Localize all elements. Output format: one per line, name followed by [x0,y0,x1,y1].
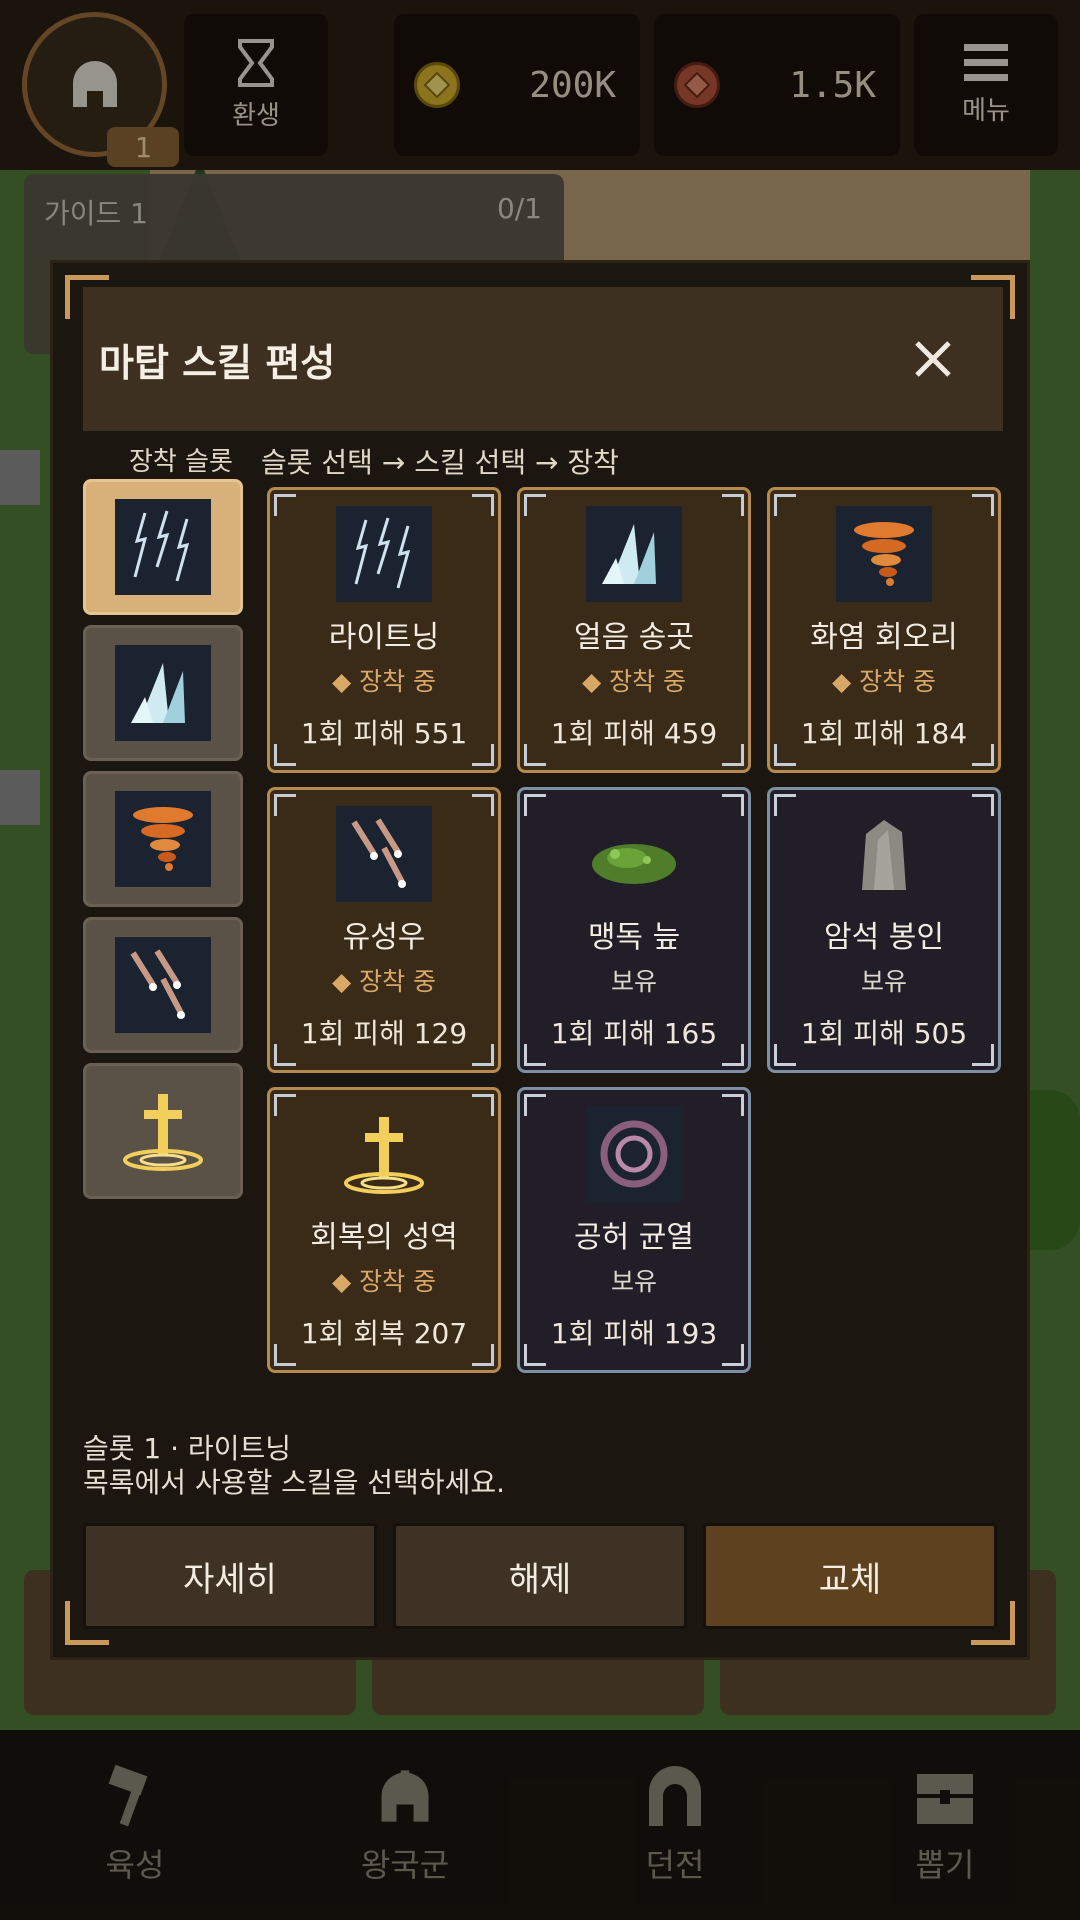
ice-spike-icon [131,663,185,723]
skill-status: 보유 [610,1267,657,1296]
close-button[interactable] [903,329,963,389]
skill-status: ◆ 장착 중 [581,667,687,696]
skill-effect: 1회 피해 184 [800,717,968,750]
skill-status: ◆ 장착 중 [831,667,937,696]
skill-card-void-rift[interactable]: 공허 균열 보유 1회 피해 193 [517,1087,751,1373]
fire-tornado-icon [854,522,914,586]
unequip-button[interactable]: 해제 [393,1523,687,1629]
slot-icon-frame [115,937,211,1033]
ice-spike-icon [602,524,656,584]
skill-name: 공허 균열 [574,1220,694,1255]
skill-effect: 1회 피해 193 [550,1317,718,1350]
equip-slot-3[interactable] [83,771,243,907]
skill-card-poison-swamp[interactable]: 맹독 늪 보유 1회 피해 165 [517,787,751,1073]
fire-tornado-icon [133,807,193,871]
skill-status: ◆ 장착 중 [331,967,437,996]
skill-effect: 1회 피해 459 [550,717,718,750]
skill-card-fire-tornado[interactable]: 화염 회오리 ◆ 장착 중 1회 피해 184 [767,487,1001,773]
dialog-title: 마탑 스킬 편성 [99,340,336,385]
skill-status: 보유 [610,967,657,996]
equip-slot-5[interactable] [83,1063,243,1199]
meteor-icon [351,818,406,888]
poison-swamp-icon [592,844,676,884]
skill-icon-frame [336,506,432,602]
slots-column-label: 장착 슬롯 [129,447,233,477]
skill-name: 회복의 성역 [310,1220,458,1255]
skill-name: 얼음 송곳 [574,620,694,655]
lightning-icon [133,510,190,582]
skill-effect: 1회 피해 551 [300,717,468,750]
holy-cross-icon [123,1094,203,1171]
equip-slot-2[interactable] [83,625,243,761]
skill-icon-frame [836,506,932,602]
skill-card-healing-sanctuary[interactable]: 회복의 성역 ◆ 장착 중 1회 회복 207 [267,1087,501,1373]
skill-icon-frame [586,1106,682,1202]
meteor-icon [130,949,185,1019]
close-icon [915,341,951,377]
skill-icon-frame [586,806,682,902]
skill-card-rock-seal[interactable]: 암석 봉인 보유 1회 피해 505 [767,787,1001,1073]
skill-effect: 1회 회복 207 [300,1317,468,1350]
skill-card-meteor[interactable]: 유성우 ◆ 장착 중 1회 피해 129 [267,787,501,1073]
skill-effect: 1회 피해 129 [300,1017,468,1050]
skill-card-ice-spike[interactable]: 얼음 송곳 ◆ 장착 중 1회 피해 459 [517,487,751,773]
void-rift-icon [600,1120,668,1188]
skill-name: 암석 봉인 [824,920,944,955]
replace-button[interactable]: 교체 [703,1523,997,1629]
details-button[interactable]: 자세히 [83,1523,377,1629]
skill-card-lightning[interactable]: 라이트닝 ◆ 장착 중 1회 피해 551 [267,487,501,773]
skill-status: ◆ 장착 중 [331,1267,437,1296]
equip-slot-1[interactable] [83,479,243,615]
lightning-icon [354,517,411,589]
slot-icon-frame [115,791,211,887]
skill-icon-frame [336,1106,432,1202]
slot-icon-frame [115,645,211,741]
skill-icon-frame [586,506,682,602]
skill-name: 유성우 [342,920,426,955]
skill-icon-frame [836,806,932,902]
slot-icon-frame [115,499,211,595]
instruction-flow: 슬롯 선택 → 스킬 선택 → 장착 [261,446,619,479]
skill-name: 라이트닝 [328,620,440,655]
skill-icon-frame [336,806,432,902]
rock-seal-icon [862,820,906,890]
skill-status: ◆ 장착 중 [331,667,437,696]
equip-slot-4[interactable] [83,917,243,1053]
skill-effect: 1회 피해 165 [550,1017,718,1050]
skill-name: 맹독 늪 [587,920,681,955]
instruction-text: 목록에서 사용할 스킬을 선택하세요. [83,1466,506,1499]
dialog-header: 마탑 스킬 편성 [83,287,1003,431]
skill-loadout-dialog: 마탑 스킬 편성 장착 슬롯 슬롯 선택 → 스킬 선택 → 장착 라이트닝 ◆… [50,260,1030,1660]
skill-effect: 1회 피해 505 [800,1017,968,1050]
skill-status: 보유 [860,967,907,996]
holy-cross-icon [344,1117,424,1194]
skill-name: 화염 회오리 [810,620,958,655]
